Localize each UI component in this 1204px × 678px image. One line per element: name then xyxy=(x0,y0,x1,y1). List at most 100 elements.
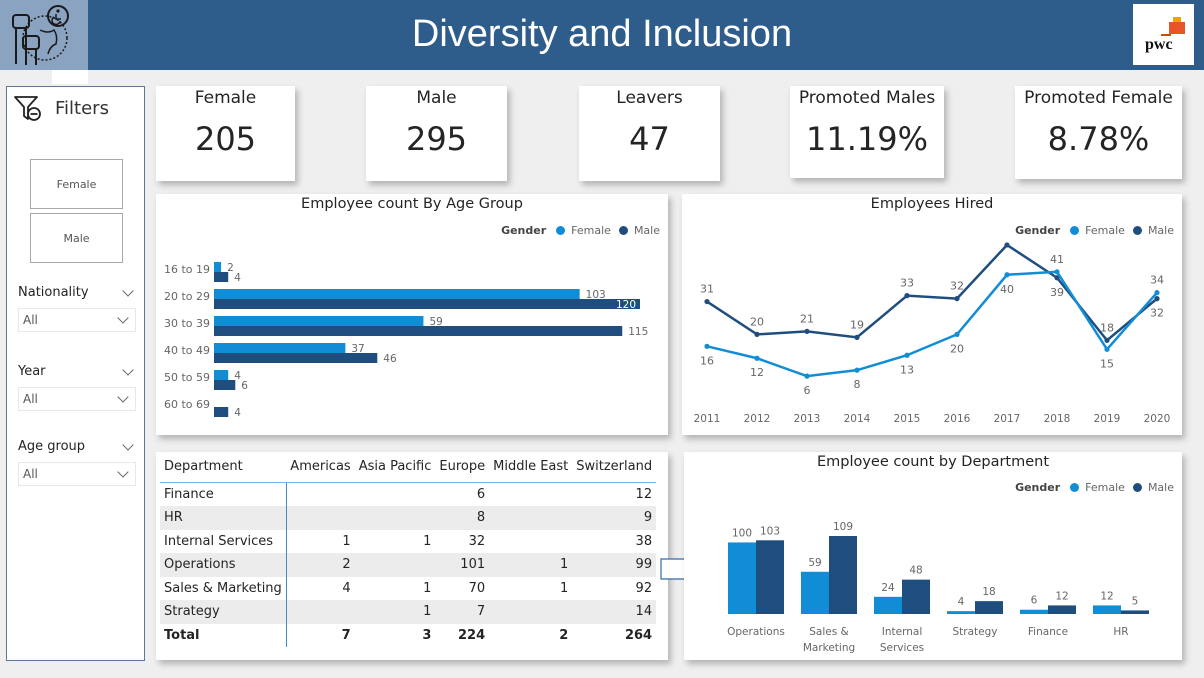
kpi-card-male[interactable]: Male 295 xyxy=(366,86,507,181)
kpi-card-female[interactable]: Female 205 xyxy=(156,86,295,181)
data-point-male xyxy=(804,328,810,335)
kpi-card-title: Promoted Males xyxy=(798,88,936,108)
data-label: 48 xyxy=(909,565,922,577)
data-label: 34 xyxy=(1150,274,1164,287)
chevron-down-icon xyxy=(117,312,129,324)
kpi-card-promoted-female[interactable]: Promoted Female 8.78% xyxy=(1015,86,1182,179)
data-label: 24 xyxy=(881,582,895,594)
kpi-card-value: 47 xyxy=(629,120,670,158)
matrix-table: Department Americas Asia Pacific Europe … xyxy=(160,456,657,647)
x-axis-tick-label: Marketing xyxy=(803,642,855,654)
header-bar: Diversity and Inclusion pwc xyxy=(0,0,1204,70)
filter-clear-icon[interactable] xyxy=(13,94,43,122)
nationality-slicer-label: Nationality xyxy=(18,285,89,300)
matrix-cell: 38 xyxy=(635,533,653,549)
matrix-row[interactable]: Operations 2 101 1 99 xyxy=(160,553,657,577)
matrix-cell xyxy=(286,600,355,624)
matrix-cell xyxy=(489,600,573,624)
matrix-row-header: Operations xyxy=(160,553,287,577)
chevron-down-icon[interactable] xyxy=(122,363,134,376)
data-label: 12 xyxy=(1100,590,1113,602)
page-title: Diversity and Inclusion xyxy=(411,13,793,55)
bar-female xyxy=(214,262,222,272)
bar-male xyxy=(214,380,236,390)
nationality-slicer-header[interactable]: Nationality xyxy=(18,284,136,300)
filters-title: Filters xyxy=(55,97,109,119)
pwc-logo-text: pwc xyxy=(1145,36,1173,53)
data-label: 40 xyxy=(1000,283,1014,296)
matrix-column-header[interactable]: Switzerland xyxy=(572,456,657,483)
matrix-row[interactable]: Sales & Marketing 4 1 70 1 92 xyxy=(160,576,656,600)
data-label: 32 xyxy=(1150,307,1164,320)
matrix-cell xyxy=(355,483,436,507)
kpi-card-value: 8.78% xyxy=(1047,120,1150,158)
x-axis-tick-label: Internal xyxy=(882,626,922,638)
year-dropdown-value: All xyxy=(23,392,38,406)
bar-female xyxy=(1093,605,1121,614)
bar-male xyxy=(975,601,1003,614)
chevron-down-icon xyxy=(117,466,129,478)
data-label: 32 xyxy=(950,280,964,293)
matrix-cell: 70 xyxy=(468,580,486,596)
bar-female xyxy=(801,571,829,614)
bar-female xyxy=(214,343,346,353)
matrix-cell: 1 xyxy=(423,580,432,596)
matrix-row[interactable]: Strategy 1 7 14 xyxy=(160,600,657,624)
chevron-down-icon[interactable] xyxy=(122,438,134,451)
matrix-row[interactable]: Finance 6 12 xyxy=(160,482,656,507)
chevron-down-icon[interactable] xyxy=(122,284,134,297)
matrix-row-header: Internal Services xyxy=(160,529,287,553)
line-female xyxy=(706,270,1158,378)
data-point-female xyxy=(904,352,910,358)
bar-female xyxy=(214,370,229,380)
filter-panel: Filters Female Male Nationality All Year… xyxy=(6,86,145,661)
data-label: 103 xyxy=(760,525,780,537)
pwc-logo: pwc xyxy=(1133,4,1194,65)
year-slicer-header[interactable]: Year xyxy=(18,363,136,379)
x-axis-tick-label: 2018 xyxy=(1044,413,1071,425)
gender-filter-male-button[interactable]: Male xyxy=(30,213,123,263)
kpi-card-leavers[interactable]: Leavers 47 xyxy=(579,86,720,181)
data-label: 12 xyxy=(750,366,764,379)
data-label: 115 xyxy=(628,326,648,338)
department-chart-panel: Employee count by Department Gender Fema… xyxy=(684,452,1182,660)
age-group-dropdown-value: All xyxy=(23,467,38,481)
data-point-male xyxy=(704,298,710,305)
x-axis-tick-label: 2020 xyxy=(1144,413,1171,425)
gender-filter-female-button[interactable]: Female xyxy=(30,159,123,209)
data-point-male xyxy=(1004,242,1010,248)
x-axis-tick-label: Strategy xyxy=(953,626,998,638)
matrix-column-header[interactable]: Europe xyxy=(435,456,490,483)
year-dropdown[interactable]: All xyxy=(18,387,136,411)
matrix-cell: 4 xyxy=(342,580,351,596)
data-label: 4 xyxy=(234,272,241,284)
bar-female xyxy=(1020,609,1048,614)
department-column-chart: 100 103 Operations 59 109 Sales & Marketing 24 4… xyxy=(727,521,1149,654)
header-accent-strip xyxy=(52,70,88,84)
matrix-row[interactable]: Internal Services 1 1 32 38 xyxy=(160,529,656,553)
bar-male xyxy=(829,536,857,614)
x-axis-tick-label: 2011 xyxy=(694,413,721,425)
data-label: 4 xyxy=(234,407,241,419)
matrix-column-header[interactable]: Middle East xyxy=(489,456,573,483)
kpi-card-promoted-males[interactable]: Promoted Males 11.19% xyxy=(790,86,944,178)
matrix-column-header[interactable]: Department xyxy=(160,456,287,483)
matrix-cell: 101 xyxy=(435,553,490,577)
age-group-dropdown[interactable]: All xyxy=(18,462,136,486)
matrix-column-header[interactable]: Americas xyxy=(286,456,355,483)
nationality-dropdown[interactable]: All xyxy=(18,308,136,332)
y-axis-tick-label: 40 to 49 xyxy=(164,344,210,357)
data-label: 39 xyxy=(1050,286,1064,299)
data-label: 100 xyxy=(732,527,752,539)
data-label: 33 xyxy=(900,277,914,290)
matrix-row[interactable]: HR 8 9 xyxy=(160,506,657,530)
bar-male xyxy=(214,407,229,417)
matrix-cell: 9 xyxy=(572,506,657,530)
data-point-female xyxy=(1104,346,1110,352)
matrix-row-header: Strategy xyxy=(160,600,287,624)
age-group-slicer-header[interactable]: Age group xyxy=(18,438,136,454)
matrix-cell: 2 xyxy=(286,553,355,577)
y-axis-tick-label: 16 to 19 xyxy=(164,263,210,276)
matrix-cell: 99 xyxy=(572,553,657,577)
matrix-column-header[interactable]: Asia Pacific xyxy=(354,456,436,483)
